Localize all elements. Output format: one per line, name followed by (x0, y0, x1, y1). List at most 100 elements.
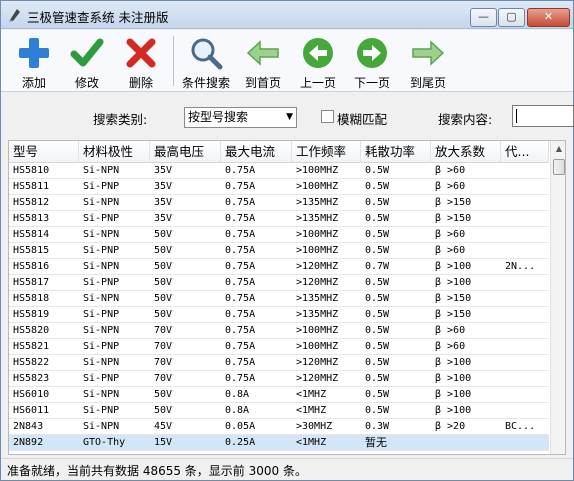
column-header[interactable]: 最高电压 (150, 141, 221, 163)
table-cell: HS5816 (13, 261, 50, 272)
table-cell: 35V (154, 181, 173, 192)
minimize-button[interactable]: — (470, 8, 497, 27)
column-header[interactable]: 工作频率 (292, 141, 361, 163)
table-cell: >135MHZ (296, 293, 339, 304)
table-row[interactable]: HS5821 Si-PNP 70V 0.75A >100MHZ 0.5W β >60 (9, 339, 549, 355)
table-cell: 0.75A (225, 293, 256, 304)
table-cell: >100MHZ (296, 229, 339, 240)
table-cell: 0.75A (225, 357, 256, 368)
title-bar[interactable]: 三极管速查系统 未注册版 — ▢ ✕ (1, 1, 573, 29)
column-header[interactable]: 最大电流 (221, 141, 292, 163)
table-cell: HS5823 (13, 373, 50, 384)
table-row[interactable]: HS5816 Si-NPN 50V 0.75A >120MHZ 0.7W β >100 2N.… (9, 259, 549, 275)
table-row[interactable]: 2N843 Si-NPN 45V 0.05A >30MHZ 0.3W β >20 BC... (9, 419, 549, 435)
table-cell: 50V (154, 261, 173, 272)
table-cell: >135MHZ (296, 213, 339, 224)
table-row[interactable]: HS6011 Si-PNP 50V 0.8A <1MHZ 0.5W β >100 (9, 403, 549, 419)
table-cell: 暂无 (365, 436, 387, 449)
next-page-button[interactable]: 下一页 (349, 32, 395, 90)
table-cell: Si-PNP (83, 309, 120, 320)
table-row[interactable]: HS5814 Si-NPN 50V 0.75A >100MHZ 0.5W β >60 (9, 227, 549, 243)
first-page-button[interactable]: 到首页 (239, 32, 287, 90)
column-header[interactable]: 型号 (9, 141, 79, 163)
table-cell: 0.75A (225, 373, 256, 384)
table-cell: 0.5W (365, 181, 390, 192)
table-cell: β >100 (435, 261, 472, 272)
table-row[interactable]: HS5820 Si-NPN 70V 0.75A >100MHZ 0.5W β >60 (9, 323, 549, 339)
table-cell: 70V (154, 325, 173, 336)
table-cell: >100MHZ (296, 341, 339, 352)
table-cell: >30MHZ (296, 421, 333, 432)
table-cell: 0.75A (225, 245, 256, 256)
table-cell (501, 211, 549, 226)
table-cell (501, 275, 549, 290)
scroll-up-arrow-icon[interactable]: ▲ (551, 141, 565, 157)
table-cell: β >150 (435, 293, 472, 304)
table-cell: Si-NPN (83, 421, 120, 432)
maximize-button[interactable]: ▢ (498, 8, 525, 27)
table-cell: HS5815 (13, 245, 50, 256)
table-cell: <1MHZ (296, 437, 327, 448)
add-button[interactable]: 添加 (11, 32, 57, 90)
table-row[interactable]: 2N892 GTO-Thy 15V 0.25A <1MHZ 暂无 (9, 435, 549, 451)
column-header[interactable]: 放大系数 (431, 141, 501, 163)
previous-page-label: 上一页 (299, 76, 336, 90)
table-cell: 35V (154, 213, 173, 224)
column-header[interactable]: 耗散功率 (361, 141, 431, 163)
table-row[interactable]: HS6010 Si-NPN 50V 0.8A <1MHZ 0.5W β >100 (9, 387, 549, 403)
search-category-select[interactable]: 按型号搜索 ▼ (184, 107, 297, 128)
app-window: 三极管速查系统 未注册版 — ▢ ✕ 添加 修改 删除 条件搜索 到首页 上一页… (0, 0, 574, 481)
table-cell (501, 307, 549, 322)
table-row[interactable]: HS5817 Si-PNP 50V 0.75A >120MHZ 0.5W β >100 (9, 275, 549, 291)
table-cell: >120MHZ (296, 261, 339, 272)
previous-page-button[interactable]: 上一页 (295, 32, 341, 90)
fuzzy-match-checkbox[interactable] (321, 110, 334, 123)
transistor-table: 型号 材料极性 最高电压 最大电流 工作频率 耗散功率 放大系数 代... HS5810 Si-… (8, 140, 566, 455)
column-header[interactable]: 代... (501, 141, 549, 163)
delete-button[interactable]: 删除 (118, 32, 164, 90)
last-page-button[interactable]: 到尾页 (404, 32, 452, 90)
table-cell: HS5813 (13, 213, 50, 224)
table-cell: 0.5W (365, 165, 390, 176)
table-cell (501, 387, 549, 402)
table-cell: 0.5W (365, 325, 390, 336)
table-cell: Si-PNP (83, 373, 120, 384)
table-cell: β >60 (435, 165, 466, 176)
table-row[interactable]: HS5810 Si-NPN 35V 0.75A >100MHZ 0.5W β >60 (9, 163, 549, 179)
close-button[interactable]: ✕ (527, 8, 570, 27)
table-cell: 0.05A (225, 421, 256, 432)
table-cell: β >150 (435, 309, 472, 320)
conditional-search-button[interactable]: 条件搜索 (179, 32, 233, 90)
table-cell (501, 195, 549, 210)
table-cell: 0.5W (365, 309, 390, 320)
table-row[interactable]: HS5813 Si-PNP 35V 0.75A >135MHZ 0.5W β >150 (9, 211, 549, 227)
checkmark-icon (70, 38, 104, 67)
scrollbar-thumb[interactable] (553, 159, 565, 175)
search-bar: 搜索类别: 按型号搜索 ▼ 模糊匹配 搜索内容: (1, 93, 574, 139)
table-cell: HS6010 (13, 389, 50, 400)
table-cell: 0.75A (225, 229, 256, 240)
search-content-input[interactable] (512, 105, 574, 127)
table-row[interactable]: HS5823 Si-PNP 70V 0.75A >120MHZ 0.5W β >100 (9, 371, 549, 387)
table-cell: β >150 (435, 213, 472, 224)
table-cell (501, 291, 549, 306)
table-row[interactable]: HS5819 Si-PNP 50V 0.75A >135MHZ 0.5W β >150 (9, 307, 549, 323)
column-header[interactable]: 材料极性 (79, 141, 150, 163)
table-cell: <1MHZ (296, 389, 327, 400)
table-cell (501, 355, 549, 370)
table-row[interactable]: HS5811 Si-PNP 35V 0.75A >100MHZ 0.5W β >60 (9, 179, 549, 195)
table-cell: 0.75A (225, 277, 256, 288)
table-cell: Si-PNP (83, 181, 120, 192)
table-row[interactable]: HS5822 Si-NPN 70V 0.75A >120MHZ 0.5W β >100 (9, 355, 549, 371)
table-row[interactable]: HS5815 Si-PNP 50V 0.75A >100MHZ 0.5W β >60 (9, 243, 549, 259)
edit-button[interactable]: 修改 (64, 32, 110, 90)
table-cell: 70V (154, 357, 173, 368)
table-cell (501, 227, 549, 242)
vertical-scrollbar[interactable]: ▲ (550, 141, 565, 454)
window-title: 三极管速查系统 未注册版 (27, 10, 169, 25)
table-cell: Si-NPN (83, 229, 120, 240)
table-cell: 0.5W (365, 357, 390, 368)
table-cell: HS6011 (13, 405, 50, 416)
table-row[interactable]: HS5818 Si-NPN 50V 0.75A >135MHZ 0.5W β >150 (9, 291, 549, 307)
table-row[interactable]: HS5812 Si-NPN 35V 0.75A >135MHZ 0.5W β >150 (9, 195, 549, 211)
